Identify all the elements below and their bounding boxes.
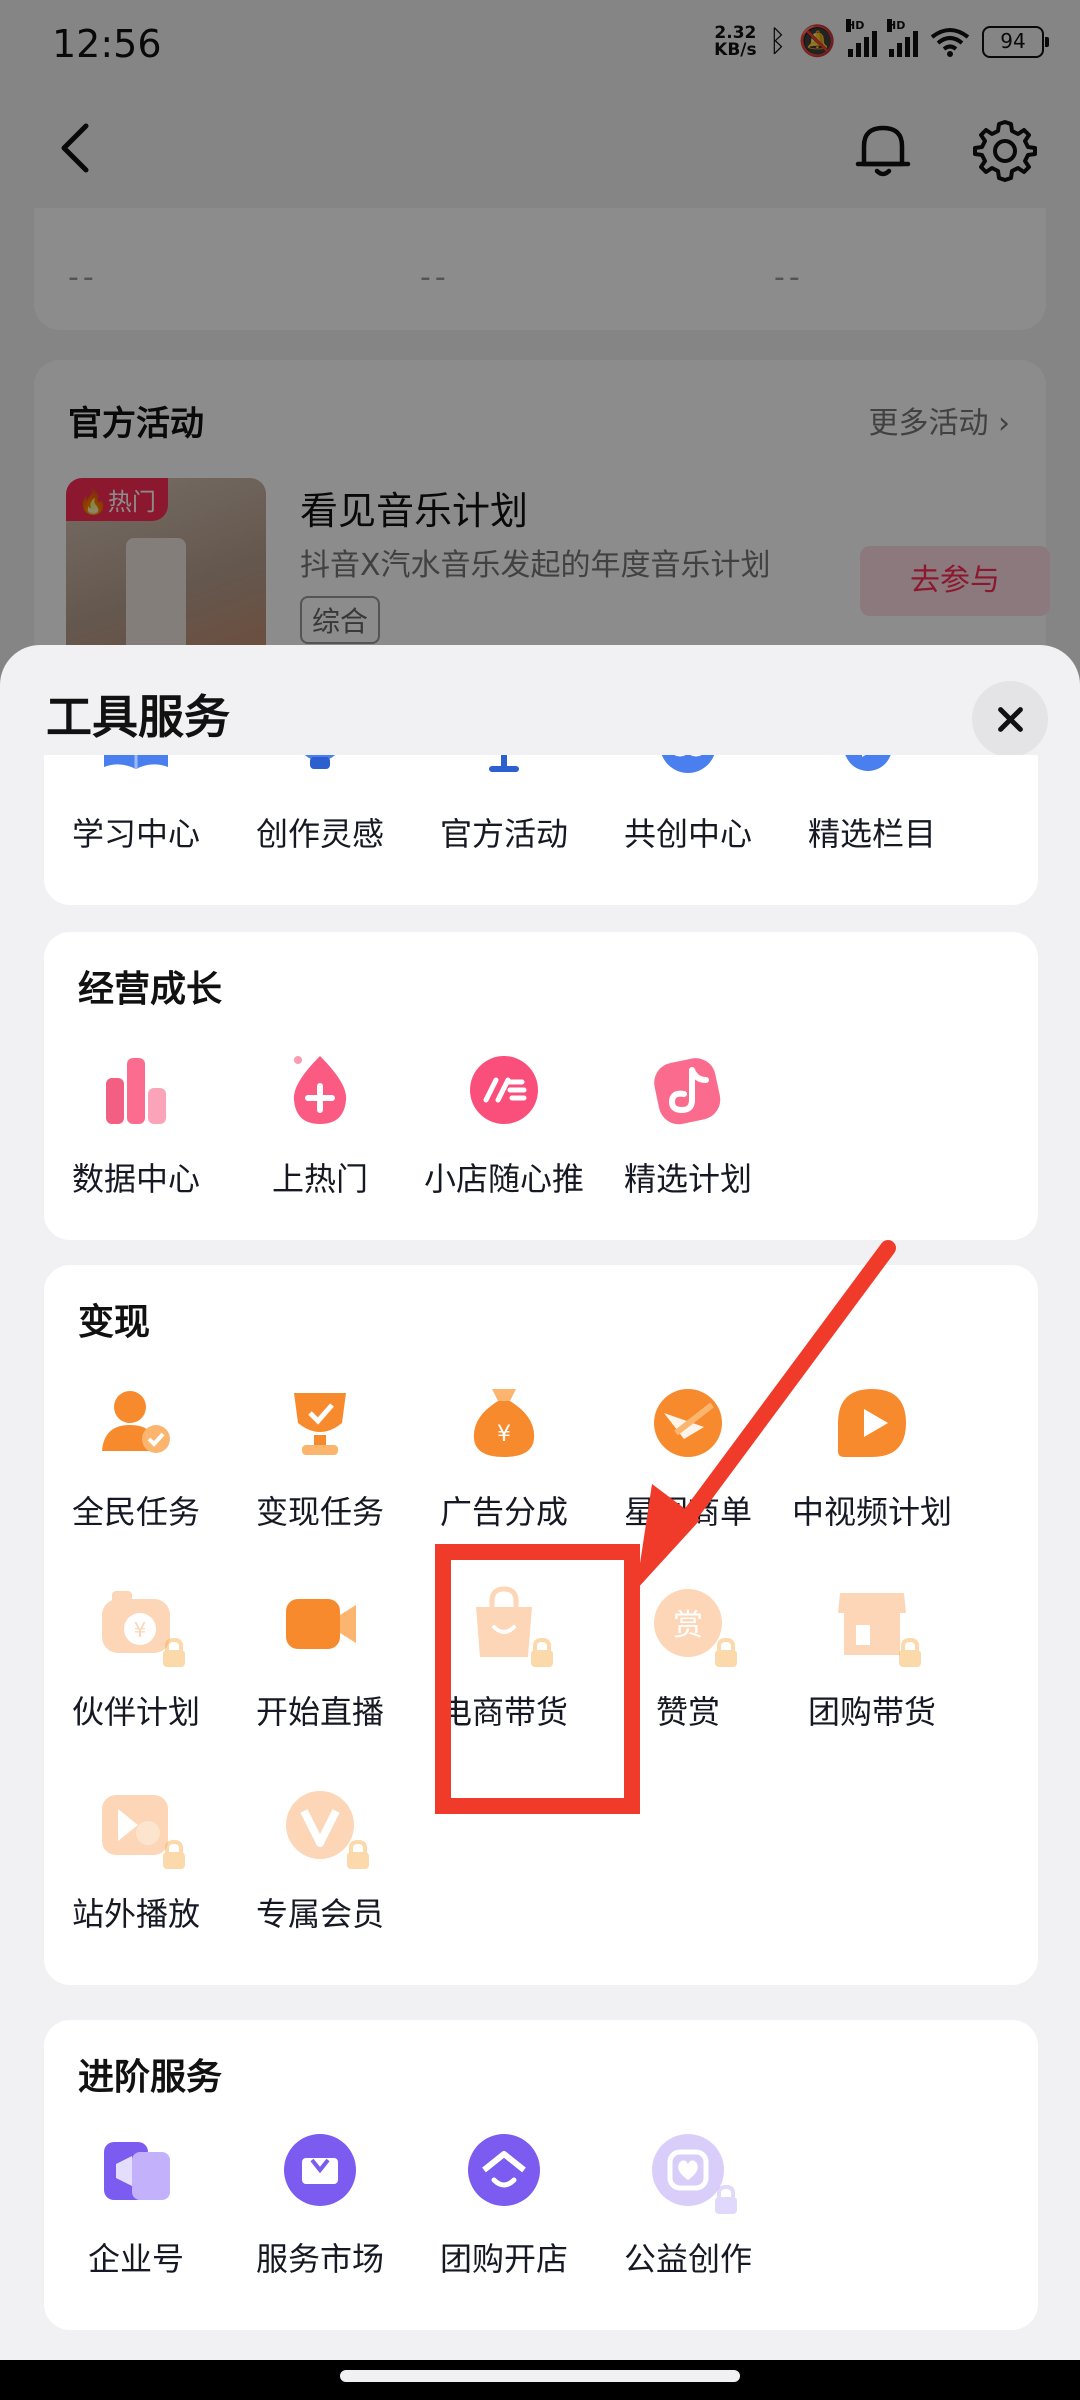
svg-text:¥: ¥	[134, 1618, 147, 1642]
speed-icon	[464, 1050, 544, 1130]
money-bag-icon: ¥	[464, 1383, 544, 1463]
group-basic-tools: 学习中心 创作灵感 官方活动 共创中心 精选栏目	[44, 755, 1038, 905]
tool-partner-plan[interactable]: ¥ 伙伴计划	[44, 1583, 228, 1743]
group-store-icon	[464, 2130, 544, 2210]
tool-enterprise[interactable]: 企业号	[44, 2130, 228, 2290]
svg-text:赏: 赏	[673, 1608, 703, 1643]
lock-icon	[163, 1637, 185, 1667]
people-icon	[96, 1383, 176, 1463]
tool-start-live[interactable]: 开始直播	[228, 1583, 412, 1743]
group-advanced-services: 进阶服务 企业号 服务市场 团购开店 公益创作	[44, 2020, 1038, 2330]
tool-star-map[interactable]: 星图商单	[596, 1383, 780, 1543]
lock-icon	[163, 1839, 185, 1869]
tool-service-market[interactable]: 服务市场	[228, 2130, 412, 2290]
trophy-cup-icon	[280, 1383, 360, 1463]
tool-monetize-tasks[interactable]: 变现任务	[228, 1383, 412, 1543]
camera-coin-icon: ¥	[96, 1583, 185, 1667]
group-title-monetize: 变现	[78, 1302, 151, 1343]
tool-group-buy-store[interactable]: 团购开店	[412, 2130, 596, 2290]
charity-icon	[648, 2130, 737, 2214]
service-market-icon	[280, 2130, 360, 2210]
enterprise-icon	[96, 2130, 176, 2210]
video-play-icon	[832, 1383, 912, 1463]
bar-chart-icon	[96, 1050, 176, 1130]
group-title-advanced: 进阶服务	[78, 2057, 223, 2098]
tool-dou-plus[interactable]: 上热门	[228, 1050, 412, 1210]
tool-learning-center[interactable]: 学习中心	[44, 755, 228, 865]
tiktok-icon	[648, 1050, 728, 1130]
tool-inspiration[interactable]: 创作灵感	[228, 755, 412, 865]
tool-reward[interactable]: 赏 赞赏	[596, 1583, 780, 1743]
lock-icon	[531, 1637, 553, 1667]
group-business-growth: 经营成长 数据中心 上热门 小店随心推 精选计划	[44, 932, 1038, 1240]
tool-selected-plan[interactable]: 精选计划	[596, 1050, 780, 1210]
reward-icon: 赏	[648, 1583, 737, 1667]
lock-icon	[899, 1637, 921, 1667]
group-monetization: 变现 全民任务 变现任务 ¥ 广告分成 星图商单 中视频计划 ¥ 伙伴计划 开始…	[44, 1265, 1038, 1985]
shopping-bag-icon	[464, 1583, 553, 1667]
tool-universal-tasks[interactable]: 全民任务	[44, 1383, 228, 1543]
home-indicator[interactable]	[340, 2370, 740, 2382]
tool-charity[interactable]: 公益创作	[596, 2130, 780, 2290]
link-icon	[648, 755, 728, 785]
navigation-bar	[0, 2360, 1080, 2400]
close-button[interactable]	[972, 681, 1048, 757]
external-play-icon	[96, 1785, 185, 1869]
group-title-growth: 经营成长	[78, 969, 223, 1010]
star-map-icon	[648, 1383, 728, 1463]
tool-shop-push[interactable]: 小店随心推	[412, 1050, 596, 1210]
vip-icon	[280, 1785, 369, 1869]
flame-plus-icon	[280, 1050, 360, 1130]
tool-featured-columns[interactable]: 精选栏目	[780, 755, 964, 865]
lock-icon	[715, 1637, 737, 1667]
tool-official-activity[interactable]: 官方活动	[412, 755, 596, 865]
tool-ecommerce[interactable]: 电商带货	[412, 1583, 596, 1743]
sheet-title: 工具服务	[46, 690, 230, 744]
book-icon	[96, 755, 176, 785]
tool-data-center[interactable]: 数据中心	[44, 1050, 228, 1210]
bulb-icon	[280, 755, 360, 785]
tool-group-buy[interactable]: 团购带货	[780, 1583, 964, 1743]
tool-co-creation[interactable]: 共创中心	[596, 755, 780, 865]
lock-icon	[715, 2184, 737, 2214]
tools-scroll-area[interactable]: 学习中心 创作灵感 官方活动 共创中心 精选栏目 经营成长 数据中心 上热门 小…	[0, 755, 1080, 2400]
trophy-icon	[464, 755, 544, 785]
store-icon	[832, 1583, 921, 1667]
tool-vip-member[interactable]: 专属会员	[228, 1785, 412, 1945]
svg-text:¥: ¥	[497, 1422, 511, 1447]
tool-external-play[interactable]: 站外播放	[44, 1785, 228, 1945]
tool-mid-video-plan[interactable]: 中视频计划	[780, 1383, 964, 1543]
lock-icon	[347, 1839, 369, 1869]
tool-ad-revenue[interactable]: ¥ 广告分成	[412, 1383, 596, 1543]
play-icon	[832, 755, 912, 785]
live-camera-icon	[280, 1583, 360, 1663]
tool-services-sheet: 工具服务 学习中心 创作灵感 官方活动 共创中心 精选栏目 经营成长 数据中心 …	[0, 645, 1080, 2400]
